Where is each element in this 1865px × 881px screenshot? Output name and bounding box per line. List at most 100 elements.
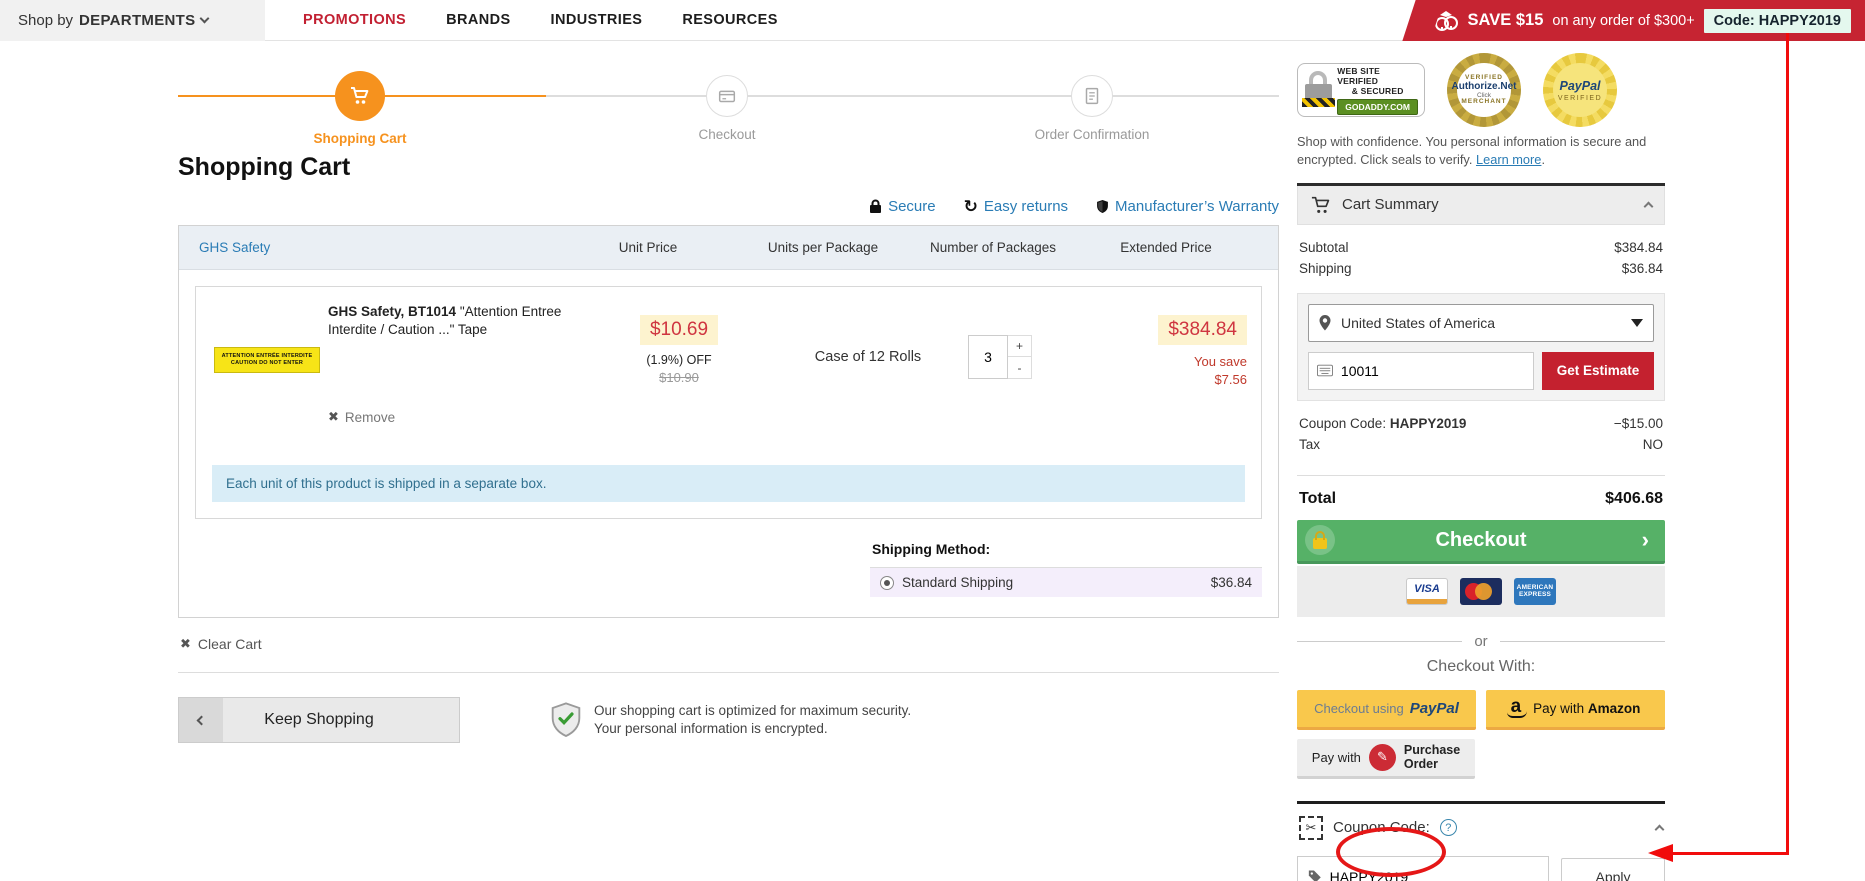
column-number-of-packages: Number of Packages [918,240,1068,256]
receipt-icon [1081,85,1103,107]
extended-price-value: $384.84 [1158,315,1247,345]
total-label: Total [1299,490,1336,508]
coupon-panel-title: Coupon Code: [1333,819,1430,836]
learn-more-link[interactable]: Learn more [1476,152,1541,167]
units-per-package-cell: Case of 12 Rolls [788,349,948,365]
zip-input[interactable] [1341,363,1525,379]
shipping-value: $36.84 [1622,261,1663,276]
quantity-increase-button[interactable]: + [1008,335,1032,357]
purchase-order-button[interactable]: Pay with ✎ Purchase Order [1297,739,1475,779]
get-estimate-button[interactable]: Get Estimate [1542,352,1654,390]
secure-label: Secure [888,198,936,215]
step-shopping-cart[interactable]: Shopping Cart [300,51,420,146]
alt-checkout-row: Checkout using PayPal a Pay with Amazon [1297,690,1665,730]
authorize-net-seal[interactable]: VERIFIED Authorize.Net Click MERCHANT [1447,53,1521,127]
godaddy-seal[interactable]: WEB SITE VERIFIED & SECURED GODADDY.COM [1297,63,1425,117]
cart-item-card: ATTENTION ENTRÉE INTERDITE CAUTION DO NO… [195,286,1262,519]
annotation-vertical-line [1786,33,1789,855]
cart-summary-header[interactable]: Cart Summary [1297,186,1665,225]
quantity-decrease-button[interactable]: - [1008,357,1032,379]
promo-message: on any order of $300+ [1552,13,1694,29]
keep-shopping-button[interactable]: Keep Shopping [178,697,460,743]
remove-item-link[interactable]: ✖ Remove [328,409,395,425]
paypal-seal-sub: VERIFIED [1558,95,1602,102]
keypad-icon [1317,364,1333,377]
shield-icon [1096,199,1109,214]
column-unit-price: Unit Price [568,240,728,256]
shipping-note: Each unit of this product is shipped in … [212,465,1245,502]
chevron-left-icon [179,698,223,742]
shipping-option-row: Standard Shipping $36.84 [870,567,1262,597]
easy-returns-label: Easy returns [984,198,1068,215]
help-icon[interactable]: ? [1440,819,1457,836]
cart-icon [348,84,372,108]
cart-summary-panel: Cart Summary Subtotal $384.84 Shipping $… [1297,183,1665,881]
security-note-line2: Your personal information is encrypted. [594,720,911,738]
shipping-option-price: $36.84 [1211,575,1252,590]
coupon-input[interactable] [1330,869,1538,881]
location-pin-icon [1319,315,1331,331]
checkout-label: Checkout [1435,529,1526,552]
clear-cart-link[interactable]: ✖ Clear Cart [180,636,1279,652]
column-units-per-package: Units per Package [728,240,918,256]
godaddy-lock-icon [1304,70,1331,110]
shipping-label: Shipping [1299,261,1352,276]
chevron-right-icon: › [1642,527,1649,553]
top-navigation: Shop by DEPARTMENTS PROMOTIONS BRANDS IN… [0,0,1865,41]
nav-item-brands[interactable]: BRANDS [446,12,510,28]
paypal-logo: PayPal [1410,700,1459,717]
you-save-amount: $7.56 [1077,371,1247,389]
nav-item-industries[interactable]: INDUSTRIES [551,12,643,28]
unit-price-cell: $10.69 (1.9%) OFF $10.90 [594,315,764,385]
annotation-horizontal-line [1672,852,1789,855]
step-label: Checkout [667,127,787,142]
step-checkout: Checkout [667,51,787,142]
main-content: Shopping Cart Checkout [178,41,1279,743]
shop-by-departments-menu[interactable]: Shop by DEPARTMENTS [0,0,265,41]
amazon-pay-button[interactable]: a Pay with Amazon [1486,690,1665,730]
coupon-applied-label: Coupon Code: HAPPY2019 [1299,416,1466,431]
or-label: or [1474,633,1487,650]
apply-coupon-button[interactable]: Apply [1561,858,1665,881]
you-save-label: You save [1077,353,1247,371]
clear-cart-label: Clear Cart [198,636,262,652]
secure-link[interactable]: Secure [869,198,936,215]
shipping-option-label: Standard Shipping [902,575,1013,590]
coupon-applied-code: HAPPY2019 [1390,416,1467,431]
warranty-link[interactable]: Manufacturer’s Warranty [1096,198,1279,215]
amex-icon: AMERICAN EXPRESS [1514,578,1556,605]
nav-item-promotions[interactable]: PROMOTIONS [303,12,406,28]
promo-save-amount: SAVE $15 [1468,11,1544,30]
shipping-radio[interactable] [880,576,894,590]
extended-price-cell: $384.84 You save $7.56 [1077,315,1247,388]
godaddy-line2: & SECURED [1352,86,1404,96]
paypal-checkout-button[interactable]: Checkout using PayPal [1297,690,1476,730]
easy-returns-link[interactable]: ↻ Easy returns [964,198,1068,215]
shop-by-label: Shop by [18,12,73,29]
coupon-row: Apply [1297,856,1665,881]
security-note: Our shopping cart is optimized for maxim… [550,702,911,738]
paypal-seal-name: PayPal [1559,79,1600,93]
tag-icon [1308,869,1322,881]
cart-table-header: GHS Safety Unit Price Units per Package … [179,226,1278,270]
quantity-input[interactable] [968,335,1008,379]
brand-link[interactable]: GHS Safety [179,240,568,255]
confidence-sentence: Shop with confidence. You personal infor… [1297,134,1646,167]
country-select[interactable]: United States of America [1308,304,1654,342]
product-image[interactable]: ATTENTION ENTRÉE INTERDITE CAUTION DO NO… [214,347,320,373]
tape-text-line2: CAUTION DO NOT ENTER [215,360,319,367]
checkout-button[interactable]: Checkout › [1297,520,1665,564]
sidebar: WEB SITE VERIFIED & SECURED GODADDY.COM … [1297,41,1665,881]
shopping-cart-page: Shop by DEPARTMENTS PROMOTIONS BRANDS IN… [0,0,1865,881]
visa-icon: VISA [1406,578,1448,605]
coupon-panel-header[interactable]: ✂ Coupon Code: ? [1297,804,1665,852]
amazon-logo-icon: a [1511,699,1522,714]
chevron-up-icon [1655,825,1665,835]
nav-item-resources[interactable]: RESOURCES [682,12,777,28]
authorize-name: Authorize.Net [1452,81,1517,92]
paypal-verified-seal[interactable]: PayPal VERIFIED [1543,53,1617,127]
shipping-method-section: Shipping Method: Standard Shipping $36.8… [870,535,1262,597]
product-title-link[interactable]: GHS Safety, BT1014 "Attention Entree Int… [328,303,598,339]
zip-field [1308,352,1534,390]
cart-icon [1310,195,1332,215]
